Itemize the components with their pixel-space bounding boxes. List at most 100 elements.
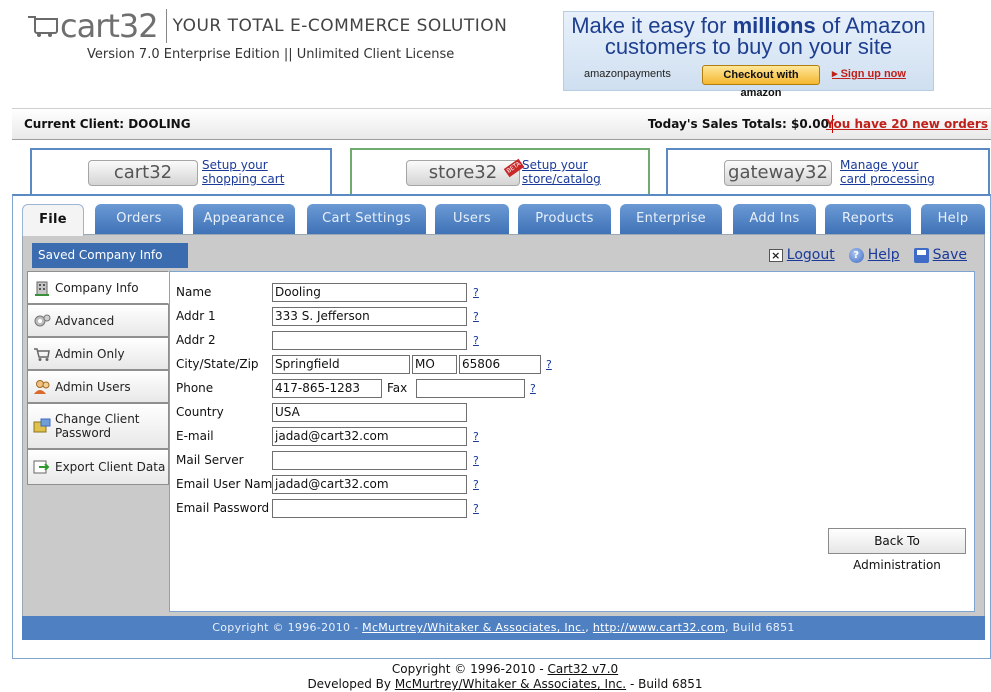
signup-link[interactable]: ▸ Sign up now: [832, 67, 906, 80]
zip-field[interactable]: 65806: [459, 355, 541, 374]
mail-server-field[interactable]: [272, 451, 467, 470]
phone-help-link[interactable]: ?: [530, 382, 536, 395]
sidebar-item-advanced[interactable]: Advanced: [27, 304, 169, 337]
product-tab-store32[interactable]: store32 BETA Setup your store/catalog: [350, 148, 650, 194]
name-help-link[interactable]: ?: [473, 286, 479, 299]
email-password-field[interactable]: [272, 499, 467, 518]
country-field[interactable]: USA: [272, 403, 467, 422]
manage-card-processing-link[interactable]: Manage your card processing: [840, 158, 935, 186]
tab-appearance[interactable]: Appearance: [193, 204, 295, 234]
help-icon: ?: [848, 247, 864, 263]
fax-field[interactable]: [416, 379, 525, 398]
store32-button[interactable]: store32 BETA: [406, 158, 525, 186]
save-action[interactable]: Save: [913, 247, 967, 263]
tab-orders[interactable]: Orders: [95, 204, 183, 234]
page-bottom-credits: Copyright © 1996-2010 - Cart32 v7.0 Deve…: [0, 662, 991, 692]
key-icon: [33, 418, 51, 434]
tab-cart-settings[interactable]: Cart Settings: [307, 204, 426, 234]
sidebar-item-company-info[interactable]: Company Info: [27, 271, 169, 304]
city-state-zip-label: City/State/Zip: [176, 357, 259, 371]
bottom-copyright-line: Copyright © 1996-2010 - Cart32 v7.0: [391, 662, 619, 676]
logout-action[interactable]: × Logout: [768, 247, 835, 263]
close-icon: ×: [768, 248, 783, 262]
addr2-label: Addr 2: [176, 333, 216, 347]
email-help-link[interactable]: ?: [473, 430, 479, 443]
city-field[interactable]: Springfield: [272, 355, 410, 374]
tab-users[interactable]: Users: [435, 204, 509, 234]
tab-enterprise[interactable]: Enterprise: [620, 204, 722, 234]
help-link[interactable]: Help: [868, 247, 900, 263]
sidebar-item-label: Advanced: [55, 313, 115, 328]
state-field[interactable]: MO: [412, 355, 457, 374]
current-client-label: Current Client: DOOLING: [24, 117, 191, 131]
export-icon: [33, 459, 51, 475]
tab-help[interactable]: Help: [921, 204, 985, 234]
footer-build: , Build 6851: [724, 621, 795, 634]
tab-file[interactable]: File: [22, 204, 84, 236]
sidebar-item-label: Admin Only: [55, 346, 125, 361]
gears-icon: [33, 313, 51, 329]
checkout-with-amazon-button[interactable]: Checkout with amazon: [702, 65, 820, 99]
mail-server-label: Mail Server: [176, 453, 244, 467]
addr2-field[interactable]: [272, 331, 467, 350]
email-user-name-field[interactable]: jadad@cart32.com: [272, 475, 467, 494]
sidebar-item-export-client-data[interactable]: Export Client Data: [27, 449, 169, 485]
name-label: Name: [176, 285, 212, 299]
email-user-name-label: Email User Name: [176, 477, 280, 491]
phone-field[interactable]: 417-865-1283: [272, 379, 382, 398]
help-action[interactable]: ? Help: [848, 247, 900, 263]
back-to-administration-button[interactable]: Back To Administration: [828, 528, 966, 572]
status-message: Saved Company Info tab.: [32, 243, 188, 287]
main-tab-bar: File Orders Appearance Cart Settings Use…: [22, 204, 991, 236]
setup-store-catalog-link[interactable]: Setup your store/catalog: [522, 158, 601, 186]
name-field[interactable]: Dooling: [272, 283, 467, 302]
mail-server-help-link[interactable]: ?: [473, 454, 479, 467]
addr1-label: Addr 1: [176, 309, 216, 323]
sidebar-item-label: Company Info: [55, 280, 139, 295]
sidebar-item-admin-only[interactable]: Admin Only: [27, 337, 169, 370]
building-icon: [33, 280, 51, 296]
tagline: YOUR TOTAL E-COMMERCE SOLUTION: [172, 16, 508, 36]
email-password-help-link[interactable]: ?: [473, 502, 479, 515]
new-orders-link[interactable]: You have 20 new orders: [826, 117, 988, 131]
addr1-field[interactable]: 333 S. Jefferson: [272, 307, 467, 326]
logo-text: cart32: [60, 7, 159, 45]
company-link[interactable]: McMurtrey/Whitaker & Associates, Inc.: [362, 621, 585, 634]
fax-label: Fax: [387, 381, 408, 395]
city-state-zip-help-link[interactable]: ?: [546, 358, 552, 371]
cart32-version-link[interactable]: Cart32 v7.0: [548, 662, 619, 676]
sidebar-item-admin-users[interactable]: Admin Users: [27, 370, 169, 403]
email-field[interactable]: jadad@cart32.com: [272, 427, 467, 446]
email-label: E-mail: [176, 429, 214, 443]
tab-add-ins[interactable]: Add Ins: [733, 204, 816, 234]
client-bar: Current Client: DOOLING Today's Sales To…: [12, 108, 991, 140]
cart32-button[interactable]: cart32: [88, 160, 198, 186]
phone-label: Phone: [176, 381, 214, 395]
product-tab-gateway32[interactable]: gateway32 Manage your card processing: [666, 148, 990, 194]
tab-products[interactable]: Products: [518, 204, 611, 234]
product-tab-cart32[interactable]: cart32 Setup your shopping cart: [30, 148, 332, 196]
cart32-logo: cart32 YOUR TOTAL E-COMMERCE SOLUTION: [28, 6, 507, 46]
email-user-name-help-link[interactable]: ?: [473, 478, 479, 491]
cart-icon: [33, 346, 51, 362]
addr1-help-link[interactable]: ?: [473, 310, 479, 323]
save-link[interactable]: Save: [933, 247, 967, 263]
addr2-help-link[interactable]: ?: [473, 334, 479, 347]
bottom-developer-line: Developed By McMurtrey/Whitaker & Associ…: [307, 677, 703, 691]
sidebar-item-label: Admin Users: [55, 379, 131, 394]
ad-headline-2: customers to buy on your site: [604, 34, 893, 59]
site-link[interactable]: http://www.cart32.com: [593, 621, 725, 634]
sidebar-item-label: Change Client Password: [55, 412, 140, 440]
logout-link[interactable]: Logout: [787, 247, 835, 263]
amazon-payments-banner[interactable]: Make it easy for millions of Amazon cust…: [563, 11, 934, 99]
logo-divider: [165, 9, 167, 43]
setup-shopping-cart-link[interactable]: Setup your shopping cart: [202, 158, 284, 186]
developer-link[interactable]: McMurtrey/Whitaker & Associates, Inc.: [395, 677, 626, 691]
sales-totals: Today's Sales Totals: $0.00: [647, 117, 829, 131]
email-password-label: Email Password: [176, 501, 270, 515]
action-links: × Logout ? Help Save: [768, 243, 967, 267]
footer-bar: Copyright © 1996-2010 - McMurtrey/Whitak…: [22, 616, 985, 640]
sidebar-item-change-client-password[interactable]: Change Client Password: [27, 403, 169, 449]
tab-reports[interactable]: Reports: [825, 204, 911, 234]
gateway32-button[interactable]: gateway32: [724, 160, 832, 186]
